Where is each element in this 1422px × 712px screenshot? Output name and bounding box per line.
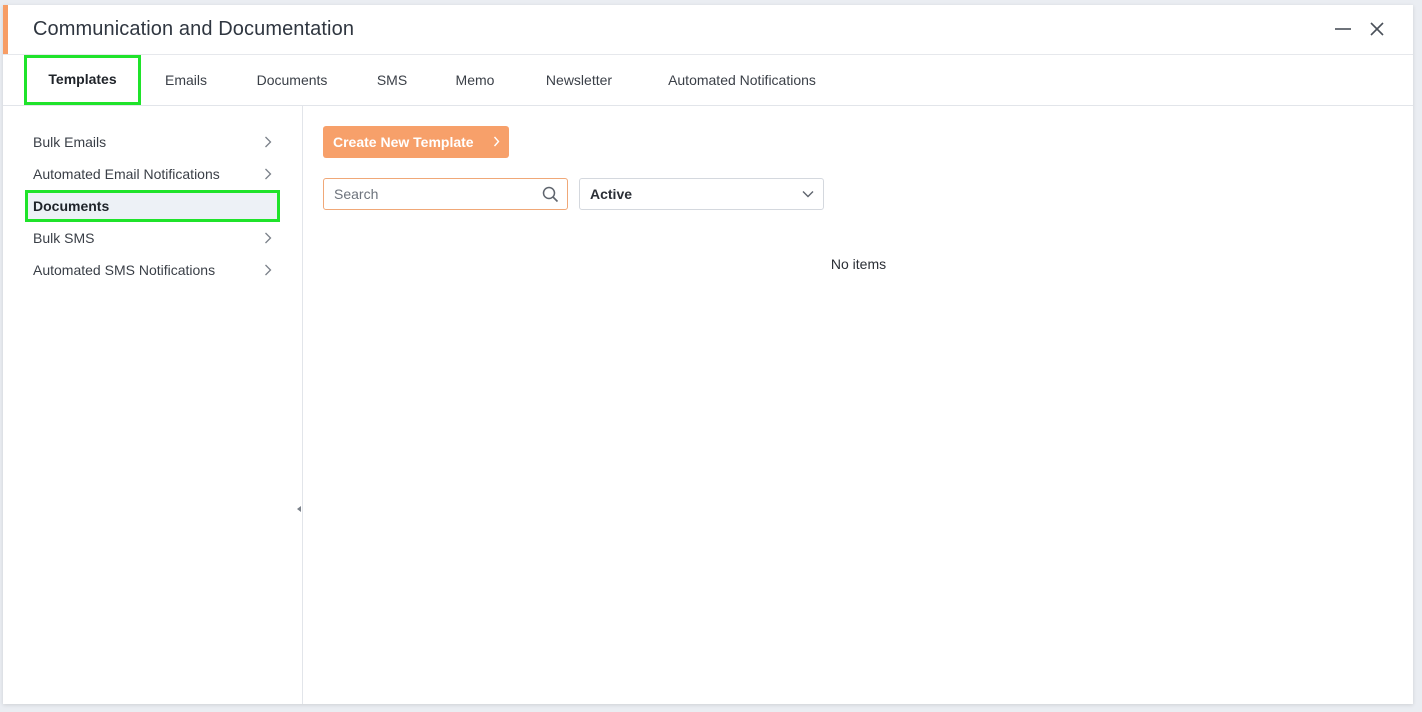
tab-bar: Templates Emails Documents SMS Memo News… <box>3 55 1413 106</box>
search-box <box>323 178 568 210</box>
sidebar: Bulk Emails Automated Email Notification… <box>3 106 303 704</box>
status-filter-value: Active <box>590 186 633 202</box>
sidebar-item-label: Automated Email Notifications <box>33 166 220 182</box>
close-icon <box>1370 22 1384 36</box>
create-new-template-button[interactable]: Create New Template <box>323 126 509 158</box>
tab-sms[interactable]: SMS <box>365 55 419 105</box>
minimize-icon <box>1335 28 1351 30</box>
chevron-right-icon <box>265 264 272 276</box>
tab-documents[interactable]: Documents <box>243 55 341 105</box>
sidebar-item-bulk-sms[interactable]: Bulk SMS <box>25 222 280 254</box>
main-content: Create New Template Active No items <box>304 106 1413 704</box>
chevron-right-icon <box>265 136 272 148</box>
tab-memo[interactable]: Memo <box>443 55 507 105</box>
communication-dialog: Communication and Documentation Template… <box>3 5 1413 704</box>
sidebar-item-label: Documents <box>33 198 110 214</box>
create-button-label: Create New Template <box>333 134 474 150</box>
search-input[interactable] <box>324 179 534 209</box>
sidebar-item-label: Bulk SMS <box>33 230 95 246</box>
sidebar-item-documents[interactable]: Documents <box>25 190 280 222</box>
tab-emails[interactable]: Emails <box>151 55 221 105</box>
tab-templates[interactable]: Templates <box>24 55 141 105</box>
chevron-right-icon <box>265 168 272 180</box>
search-icon[interactable] <box>542 186 559 203</box>
chevron-down-icon <box>802 191 814 198</box>
dialog-title: Communication and Documentation <box>33 18 355 40</box>
tab-newsletter[interactable]: Newsletter <box>533 55 625 105</box>
chevron-right-icon <box>265 232 272 244</box>
chevron-right-icon <box>493 136 500 147</box>
tab-automated-notifications[interactable]: Automated Notifications <box>651 55 833 105</box>
minimize-button[interactable] <box>1331 17 1355 41</box>
empty-state-message: No items <box>830 256 887 272</box>
status-filter-select[interactable]: Active <box>579 178 824 210</box>
sidebar-item-label: Automated SMS Notifications <box>33 262 216 278</box>
sidebar-item-bulk-emails[interactable]: Bulk Emails <box>25 126 280 158</box>
title-bar: Communication and Documentation <box>3 5 1413 55</box>
collapse-left-icon[interactable] <box>296 504 302 514</box>
sidebar-item-automated-sms-notifications[interactable]: Automated SMS Notifications <box>25 254 280 286</box>
close-button[interactable] <box>1365 17 1389 41</box>
sidebar-item-automated-email-notifications[interactable]: Automated Email Notifications <box>25 158 280 190</box>
sidebar-item-label: Bulk Emails <box>33 134 107 150</box>
